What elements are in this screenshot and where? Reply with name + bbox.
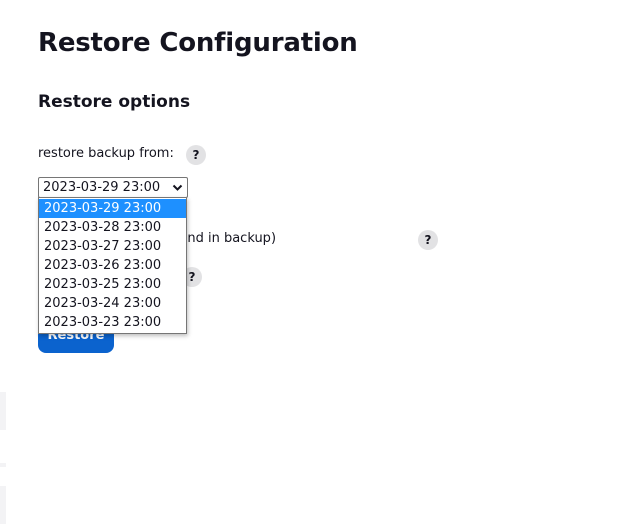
- backup-dropdown-list: 2023-03-29 23:00 2023-03-28 23:00 2023-0…: [38, 197, 187, 334]
- restore-options-heading: Restore options: [38, 92, 191, 112]
- side-panel-edge: [0, 392, 6, 430]
- dropdown-option[interactable]: 2023-03-24 23:00: [39, 294, 186, 313]
- side-panel-edge: [0, 463, 6, 467]
- dropdown-option[interactable]: 2023-03-25 23:00: [39, 275, 186, 294]
- dropdown-option[interactable]: 2023-03-28 23:00: [39, 218, 186, 237]
- restore-backup-label: restore backup from:: [38, 146, 174, 161]
- dropdown-option[interactable]: 2023-03-26 23:00: [39, 256, 186, 275]
- help-icon[interactable]: ?: [186, 145, 206, 165]
- dropdown-option[interactable]: 2023-03-27 23:00: [39, 237, 186, 256]
- dropdown-option[interactable]: 2023-03-23 23:00: [39, 313, 186, 332]
- backup-select[interactable]: 2023-03-29 23:00: [38, 177, 188, 198]
- backup-select-value: 2023-03-29 23:00: [43, 180, 161, 195]
- page-title: Restore Configuration: [38, 28, 358, 58]
- dropdown-option[interactable]: 2023-03-29 23:00: [39, 199, 186, 218]
- help-icon[interactable]: ?: [418, 230, 438, 250]
- side-panel-edge: [0, 486, 6, 524]
